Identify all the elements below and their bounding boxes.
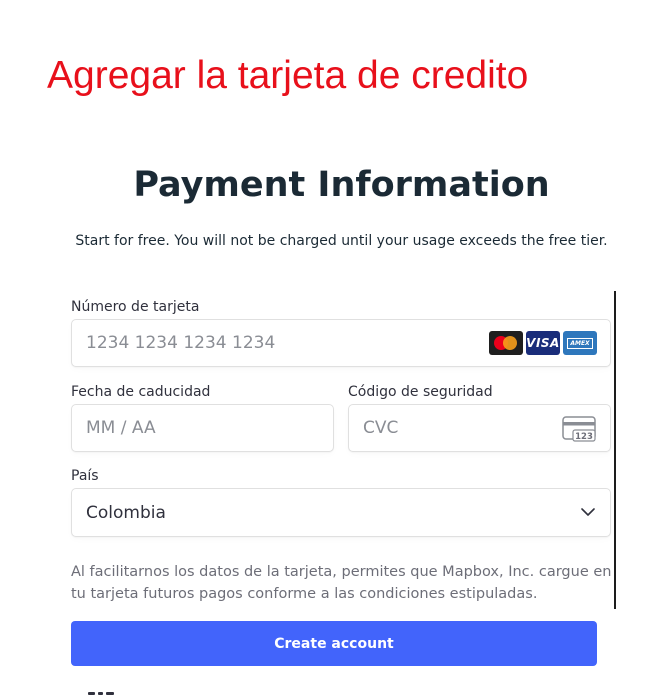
card-number-input[interactable]: 1234 1234 1234 1234 VISA AMEX [71,319,611,367]
create-account-button[interactable]: Create account [71,621,597,666]
expiry-placeholder: MM / AA [86,418,156,438]
page-title: Payment Information [133,165,550,205]
cvc-placeholder: CVC [363,418,399,438]
cvc-label: Código de seguridad [348,384,493,400]
chevron-down-icon [581,508,595,516]
mastercard-icon [489,331,523,355]
page-subtitle: Start for free. You will not be charged … [75,233,608,249]
annotation-text: Agregar la tarjeta de credito [47,54,529,97]
card-brands: VISA AMEX [489,331,597,355]
expiry-label: Fecha de caducidad [71,384,211,400]
visa-icon: VISA [526,331,560,355]
cutoff-text-fragment [84,688,124,696]
amex-icon-text: AMEX [567,337,593,349]
country-label: País [71,468,99,484]
card-number-placeholder: 1234 1234 1234 1234 [86,333,276,353]
country-select[interactable]: Colombia [71,488,611,537]
cvc-input[interactable]: CVC 123 [348,404,611,452]
amex-icon: AMEX [563,331,597,355]
cvc-card-icon: 123 [562,416,596,442]
card-number-label: Número de tarjeta [71,299,200,315]
country-value: Colombia [86,502,166,523]
cvc-icon-text: 123 [575,432,593,442]
legal-notice: Al facilitarnos los datos de la tarjeta,… [71,564,612,602]
expiry-input[interactable]: MM / AA [71,404,334,452]
